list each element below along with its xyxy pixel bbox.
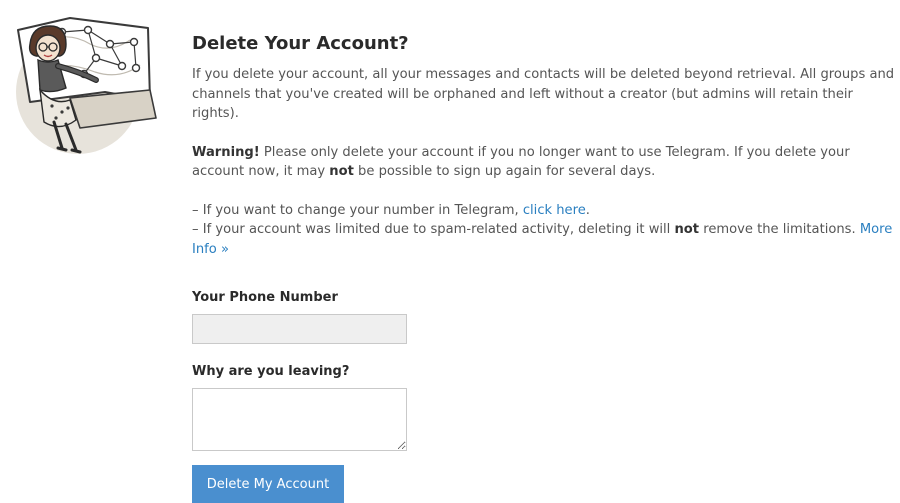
intro-text: If you delete your account, all your mes… [192, 67, 895, 121]
reason-textarea[interactable] [192, 388, 407, 451]
woman-at-map-illustration-icon [16, 17, 157, 154]
warning-label: Warning! [192, 144, 260, 160]
delete-account-panel: Delete Your Account? If you delete your … [192, 32, 898, 503]
notes: – If you want to change your number in T… [192, 201, 898, 260]
warning-text-after: be possible to sign up again for several… [353, 164, 656, 179]
change-number-link[interactable]: click here [523, 203, 586, 218]
phone-label: Your Phone Number [192, 290, 338, 305]
spam-note-emphasis: not [674, 222, 700, 237]
spam-note-middle: remove the limitations. [699, 222, 860, 237]
page-title: Delete Your Account? [192, 33, 409, 54]
warning-text: Warning! Please only delete your account… [192, 143, 898, 182]
delete-account-button[interactable]: Delete My Account [192, 465, 344, 503]
spam-note-prefix: – If your account was limited due to spa… [192, 222, 675, 237]
reason-label: Why are you leaving? [192, 364, 350, 379]
warning-emphasis: not [329, 164, 354, 179]
phone-input[interactable] [192, 314, 407, 344]
change-number-suffix: . [585, 202, 590, 218]
change-number-note: – If you want to change your number in T… [192, 202, 523, 218]
